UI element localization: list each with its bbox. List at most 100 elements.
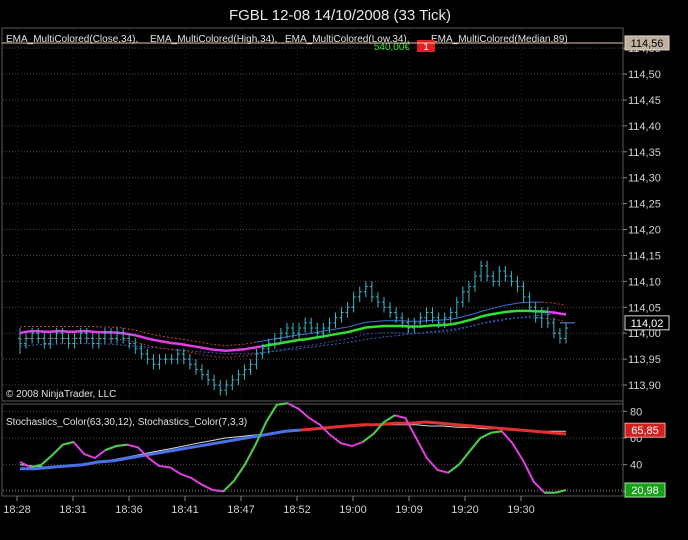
price-tick-label: 114,40 bbox=[628, 121, 661, 133]
price-bar bbox=[200, 364, 204, 380]
price-bar bbox=[224, 379, 229, 396]
price-bar bbox=[339, 307, 344, 323]
price-bar bbox=[145, 348, 150, 365]
price-bar bbox=[545, 307, 550, 329]
price-tick-label: 114,10 bbox=[628, 276, 661, 288]
price-bar bbox=[187, 353, 192, 370]
time-axis: 18:28 18:31 18:36 18:41 18:47 18:52 19:00 19:09… bbox=[3, 30, 535, 516]
price-bar bbox=[327, 317, 332, 334]
stochastics-tick-label: 40 bbox=[630, 460, 642, 472]
price-bar bbox=[333, 312, 338, 329]
time-tick-label: 18:31 bbox=[59, 504, 87, 516]
price-bar bbox=[382, 296, 386, 313]
price-bar bbox=[272, 333, 277, 349]
position-qty: 1 bbox=[423, 42, 429, 53]
price-bar bbox=[139, 343, 144, 360]
stochastics-fast-line-up bbox=[105, 443, 128, 451]
price-bar bbox=[351, 291, 356, 313]
price-bar bbox=[236, 369, 241, 386]
stochastics-fast-value: 20,98 bbox=[631, 485, 659, 497]
price-bar bbox=[460, 286, 465, 308]
last-price-value: 114,02 bbox=[631, 318, 664, 330]
price-tick-label: 114,35 bbox=[628, 147, 661, 159]
price-bar bbox=[157, 353, 162, 370]
price-bar bbox=[309, 317, 314, 334]
price-bar bbox=[193, 359, 198, 375]
copyright-text: © 2008 NinjaTrader, LLC bbox=[6, 389, 116, 400]
price-bar bbox=[551, 317, 556, 339]
price-bar bbox=[90, 333, 95, 349]
price-tick-label: 113,95 bbox=[628, 354, 661, 366]
price-bar bbox=[357, 286, 362, 303]
price-tick-label: 114,30 bbox=[628, 173, 661, 185]
price-bar bbox=[521, 281, 526, 303]
price-bar bbox=[515, 276, 520, 292]
chart-frame: FGBL 12-08 14/10/2008 (33 Tick) 114,5511… bbox=[1, 7, 670, 516]
price-bar bbox=[473, 271, 477, 292]
price-bar bbox=[121, 328, 126, 344]
time-tick-label: 18:41 bbox=[171, 504, 199, 516]
stochastics-slow-value: 65,85 bbox=[631, 425, 659, 437]
stochastics-fast-badge: 20,98 bbox=[624, 482, 666, 498]
price-tick-label: 113,90 bbox=[628, 380, 661, 392]
price-bar bbox=[509, 271, 514, 287]
stochastics-label: Stochastics_Color(63,30,12), Stochastics… bbox=[6, 417, 247, 428]
price-tick-label: 114,20 bbox=[628, 225, 661, 237]
price-bar bbox=[278, 328, 283, 344]
price-bar bbox=[102, 328, 107, 344]
price-bar bbox=[230, 374, 235, 391]
price-bar bbox=[169, 353, 174, 365]
price-bar bbox=[206, 369, 211, 386]
price-bar bbox=[297, 322, 302, 339]
last-price-badge: 114,02 bbox=[624, 315, 670, 331]
price-tick-label: 114,05 bbox=[628, 302, 661, 314]
price-bar bbox=[369, 281, 374, 303]
price-bar bbox=[242, 364, 247, 380]
price-bar bbox=[181, 348, 186, 365]
price-bar bbox=[479, 260, 484, 282]
price-bar bbox=[42, 333, 47, 349]
time-tick-label: 18:36 bbox=[115, 504, 143, 516]
ema-low-34-line-down bbox=[19, 337, 257, 359]
price-bar bbox=[212, 374, 217, 391]
position-pnl: 540,00€ bbox=[374, 42, 411, 53]
price-bar bbox=[345, 302, 350, 318]
time-tick-label: 19:30 bbox=[507, 504, 535, 516]
price-bar bbox=[218, 379, 223, 396]
price-bar bbox=[375, 291, 380, 308]
stochastics-slow-d-line-down bbox=[300, 420, 567, 436]
stochastics-fast-line-up bbox=[30, 441, 74, 469]
chart-title: FGBL 12-08 14/10/2008 (33 Tick) bbox=[229, 7, 451, 24]
price-axis: 114,55114,50114,45114,40114,35114,30114,… bbox=[623, 43, 661, 392]
time-tick-label: 19:00 bbox=[339, 504, 367, 516]
stochastics-slow-badge: 65,85 bbox=[624, 422, 666, 438]
price-bars bbox=[18, 260, 568, 396]
price-bar bbox=[557, 328, 562, 344]
price-bar bbox=[363, 281, 368, 297]
price-bar bbox=[491, 271, 496, 287]
price-bar bbox=[388, 302, 393, 318]
stochastics-tick-label: 80 bbox=[630, 406, 642, 418]
price-tick-label: 114,25 bbox=[628, 199, 661, 211]
price-bar bbox=[109, 328, 113, 344]
time-tick-label: 19:09 bbox=[395, 504, 423, 516]
price-bar bbox=[497, 265, 502, 287]
price-bar bbox=[248, 359, 253, 375]
price-bar bbox=[175, 348, 180, 365]
time-tick-label: 19:20 bbox=[451, 504, 479, 516]
price-tick-label: 114,45 bbox=[628, 95, 661, 107]
price-bar bbox=[485, 260, 490, 282]
time-tick-label: 18:28 bbox=[3, 504, 31, 516]
price-bar bbox=[96, 333, 101, 349]
price-bar bbox=[48, 333, 53, 349]
price-bar bbox=[151, 353, 156, 370]
time-tick-label: 18:47 bbox=[227, 504, 255, 516]
price-tick-label: 114,15 bbox=[628, 250, 661, 262]
price-bar bbox=[466, 281, 471, 303]
price-grid bbox=[3, 47, 622, 386]
price-bar bbox=[24, 333, 29, 349]
price-bar bbox=[66, 333, 71, 349]
marker-price-badge[interactable]: 114,56 bbox=[624, 35, 670, 51]
price-tick-label: 114,50 bbox=[628, 69, 661, 81]
price-bar bbox=[115, 328, 120, 344]
